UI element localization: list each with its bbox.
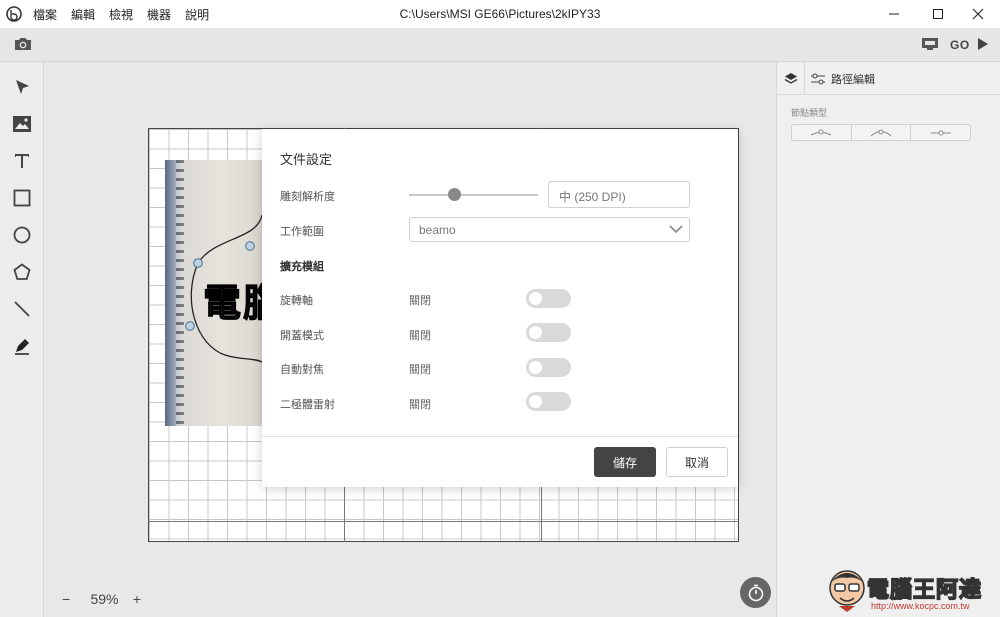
zoom-value: 59% [90,591,119,607]
option-label-open-bottom: 開蓋模式 [280,330,324,342]
watermark-mascot-icon [829,570,865,612]
save-button[interactable]: 儲存 [594,447,656,477]
chevron-down-icon [669,225,683,234]
sliders-icon [811,73,825,85]
node-type-label: 節點類型 [791,108,828,118]
path-node[interactable] [185,321,195,331]
toggle-knob [529,292,542,305]
engrave-resolution-label: 雕刻解析度 [280,191,335,203]
node-type-smooth[interactable] [852,125,912,140]
toggle-knob [529,326,542,339]
document-settings-dialog: 文件設定 雕刻解析度 中 (250 DPI) 工作範圍 beamo 擴充模組 旋… [262,129,738,487]
zoom-control: − 59% + [62,591,147,607]
option-label-rotary: 旋轉軸 [280,295,313,307]
engrave-resolution-value: 中 (250 DPI) [548,181,690,208]
layers-tab[interactable] [777,62,805,95]
path-edit-tab[interactable]: 路徑編輯 [811,71,875,87]
work-area-label: 工作範圍 [280,226,324,238]
open-bottom-toggle[interactable] [526,323,571,342]
node-corner-icon [811,129,832,135]
autofocus-toggle[interactable] [526,358,571,377]
node-type-corner[interactable] [792,125,852,140]
work-area-select-value: beamo [419,223,456,237]
engrave-resolution-slider-thumb[interactable] [447,188,461,201]
toggle-knob [529,361,542,374]
watermark-url: http://www.kocpc.com.tw [871,601,970,611]
path-node[interactable] [245,241,255,251]
watermark: 電腦王阿達 http://www.kocpc.com.tw [823,566,995,614]
option-value-autofocus: 關閉 [409,364,431,376]
stopwatch-icon [748,584,763,601]
time-estimate-button[interactable] [740,577,771,608]
engrave-resolution-slider[interactable] [409,194,538,196]
right-panel: 路徑編輯 節點類型 [776,62,1000,617]
option-label-diode-laser: 二極體雷射 [280,399,335,411]
rotary-toggle[interactable] [526,289,571,308]
modules-header: 擴充模組 [280,261,324,273]
option-value-diode-laser: 關閉 [409,399,431,411]
layers-icon [784,72,797,84]
cancel-button[interactable]: 取消 [666,447,728,477]
node-symmetric-icon [930,130,951,135]
path-edit-tab-label: 路徑編輯 [831,74,875,86]
path-node[interactable] [193,258,203,268]
option-value-rotary: 關閉 [409,295,431,307]
dialog-title: 文件設定 [280,152,333,167]
toggle-knob [529,395,542,408]
node-smooth-icon [870,129,892,136]
right-panel-tabs: 路徑編輯 [777,62,1000,95]
option-value-open-bottom: 關閉 [409,330,431,342]
node-type-selector [791,124,971,141]
node-type-symmetric[interactable] [911,125,970,140]
work-area-select[interactable]: beamo [409,217,690,242]
zoom-out-button[interactable]: − [62,591,82,607]
diode-laser-toggle[interactable] [526,392,571,411]
watermark-text: 電腦王阿達 [866,577,983,604]
option-label-autofocus: 自動對焦 [280,364,324,376]
dialog-divider [262,436,738,437]
zoom-in-button[interactable]: + [127,591,147,607]
